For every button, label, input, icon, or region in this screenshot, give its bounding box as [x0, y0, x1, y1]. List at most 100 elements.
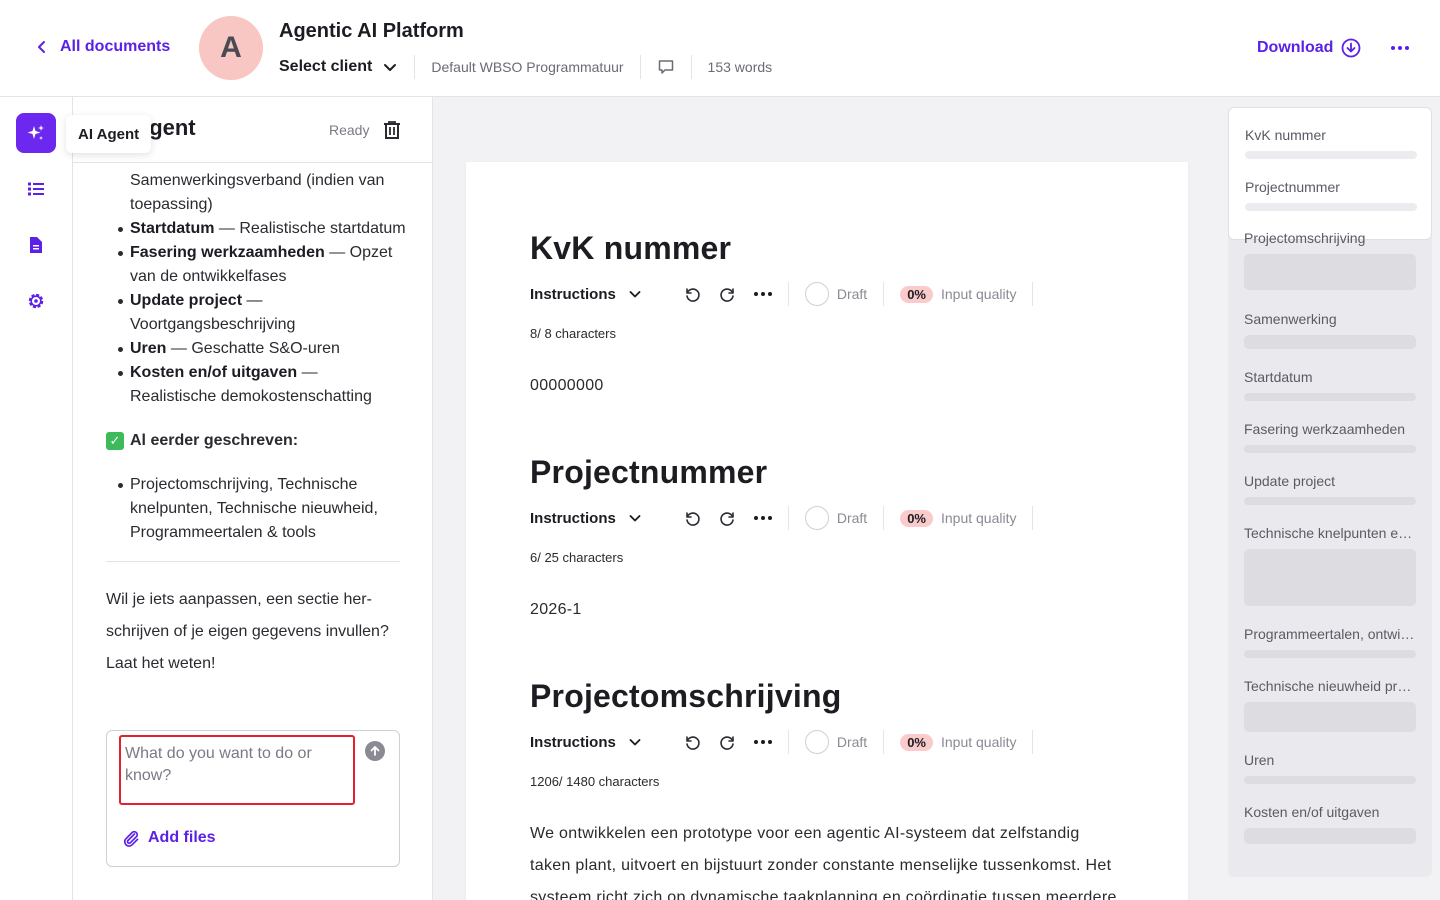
section-more-button[interactable]: [753, 740, 772, 744]
outline-button[interactable]: [16, 169, 56, 209]
divider: [883, 730, 885, 754]
section-more-button[interactable]: [753, 292, 772, 296]
draft-toggle[interactable]: Draft: [804, 282, 867, 306]
outline-item-fasering[interactable]: Fasering werkzaamheden: [1244, 421, 1416, 437]
draft-circle-icon: [804, 282, 829, 306]
select-client-dropdown[interactable]: Select client: [279, 58, 398, 76]
section-kvk-nummer: KvK nummer Instructions Draft 0% Input qu…: [530, 230, 1130, 394]
outline-progress-bar: [1244, 828, 1416, 844]
section-content[interactable]: 2026-1: [530, 594, 1124, 626]
chevron-down-icon: [629, 515, 641, 522]
outline-item-kosten[interactable]: Kosten en/of uitgaven: [1244, 804, 1416, 820]
chat-composer: Add files: [106, 730, 400, 867]
chat-divider: [106, 561, 400, 562]
chevron-down-icon: [629, 291, 641, 298]
send-button[interactable]: [365, 741, 385, 761]
quality-label: Input quality: [940, 734, 1017, 750]
section-more-button[interactable]: [753, 516, 772, 520]
word-count: 153 words: [707, 59, 773, 75]
list-item: Startdatum — Realistische startdatum: [106, 217, 406, 241]
outline-progress-bar: [1244, 549, 1416, 606]
all-documents-link[interactable]: All documents: [34, 38, 170, 56]
dot: [760, 516, 765, 520]
list-item: Fasering werkzaamheden — Opzet van de on…: [106, 241, 406, 289]
redo-button[interactable]: [718, 508, 738, 528]
outline-item-projectnummer[interactable]: Projectnummer: [1245, 179, 1417, 195]
input-quality: 0% Input quality: [900, 285, 1016, 303]
draft-toggle[interactable]: Draft: [804, 730, 867, 754]
outline-item-technische-knelpunten[interactable]: Technische knelpunten en oplossingen: [1244, 525, 1416, 541]
list-item-bold: Startdatum: [130, 220, 215, 237]
outline-progress-bar: [1244, 445, 1416, 453]
instructions-dropdown[interactable]: Instructions: [530, 286, 642, 303]
document-page: KvK nummer Instructions Draft 0% Input qu…: [466, 162, 1188, 900]
arrow-up-icon: [370, 746, 380, 756]
comments-button[interactable]: [657, 58, 675, 76]
section-content[interactable]: 00000000: [530, 370, 1124, 402]
chat-input[interactable]: [119, 735, 355, 805]
dot: [767, 292, 772, 296]
undo-button[interactable]: [682, 732, 702, 752]
divider: [1032, 282, 1034, 306]
agent-status: Ready: [329, 122, 370, 138]
outline-progress-bar: [1244, 497, 1416, 505]
list-icon: [28, 182, 44, 196]
ai-agent-button[interactable]: [16, 113, 56, 153]
draft-circle-icon: [804, 730, 829, 754]
quality-badge: 0%: [900, 285, 933, 303]
top-header: All documents A Agentic AI Platform Sele…: [0, 0, 1440, 97]
outline-item-programmeertalen[interactable]: Programmeertalen, ontwikkeltools: [1244, 626, 1416, 642]
instructions-label: Instructions: [530, 509, 616, 527]
undo-button[interactable]: [682, 508, 702, 528]
draft-toggle[interactable]: Draft: [804, 506, 867, 530]
quality-badge: 0%: [900, 733, 933, 751]
undo-button[interactable]: [682, 284, 702, 304]
chat-messages: Samenwerkingsverband (indien van toepass…: [106, 163, 406, 680]
divider: [787, 282, 789, 306]
outline-progress-bar: [1245, 151, 1417, 159]
redo-button[interactable]: [718, 284, 738, 304]
outline-item-projectomschrijving[interactable]: Projectomschrijving: [1244, 230, 1416, 246]
outline-item-samenwerking[interactable]: Samenwerking: [1244, 311, 1416, 327]
section-content[interactable]: We ontwikkelen een prototype voor een ag…: [530, 818, 1124, 900]
left-rail: [0, 97, 73, 900]
dot: [767, 516, 772, 520]
add-files-label: Add files: [148, 829, 216, 846]
download-button[interactable]: Download: [1257, 38, 1361, 58]
char-count: 8/ 8 characters: [530, 326, 616, 341]
instructions-dropdown[interactable]: Instructions: [530, 734, 642, 751]
dot: [753, 292, 758, 296]
outline-item-startdatum[interactable]: Startdatum: [1244, 369, 1416, 385]
document-button[interactable]: [16, 225, 56, 265]
instructions-dropdown[interactable]: Instructions: [530, 510, 642, 527]
outline-item-technische-nieuwheid[interactable]: Technische nieuwheid project: [1244, 678, 1416, 694]
outline-item-update-project[interactable]: Update project: [1244, 473, 1416, 489]
section-title: Projectnummer: [530, 454, 768, 490]
quality-label: Input quality: [940, 510, 1017, 526]
outline-item-kvk-nummer[interactable]: KvK nummer: [1245, 127, 1417, 143]
trash-icon[interactable]: [381, 119, 403, 141]
instructions-label: Instructions: [530, 285, 616, 303]
dot: [1405, 46, 1409, 50]
outline-progress-bar: [1245, 203, 1417, 211]
agent-panel-title-text: gent: [149, 115, 196, 140]
add-files-button[interactable]: Add files: [122, 829, 216, 847]
divider: [690, 55, 692, 79]
ai-agent-panel: AI Agent Ready Samenwerkingsverband (ind…: [73, 97, 433, 900]
list-item-bold: Kosten en/of uitgaven: [130, 364, 298, 381]
template-name: Default WBSO Programmatuur: [431, 59, 624, 75]
section-projectomschrijving: Projectomschrijving Instructions Draft 0…: [530, 678, 1130, 900]
gear-icon: [28, 293, 44, 309]
redo-icon: [720, 512, 734, 526]
outline-item-uren[interactable]: Uren: [1244, 752, 1416, 768]
more-options-button[interactable]: [1389, 38, 1411, 58]
list-item-text: Projectomschrijving, Technische knelpunt…: [130, 476, 378, 541]
list-item-bold: Update project: [130, 292, 243, 309]
redo-button[interactable]: [718, 732, 738, 752]
settings-button[interactable]: [16, 281, 56, 321]
todo-list: Samenwerkingsverband (indien van toepass…: [106, 169, 406, 409]
chevron-down-icon: [629, 739, 641, 746]
redo-icon: [720, 288, 734, 302]
divider: [883, 506, 885, 530]
outline-progress-bar: [1244, 335, 1416, 349]
